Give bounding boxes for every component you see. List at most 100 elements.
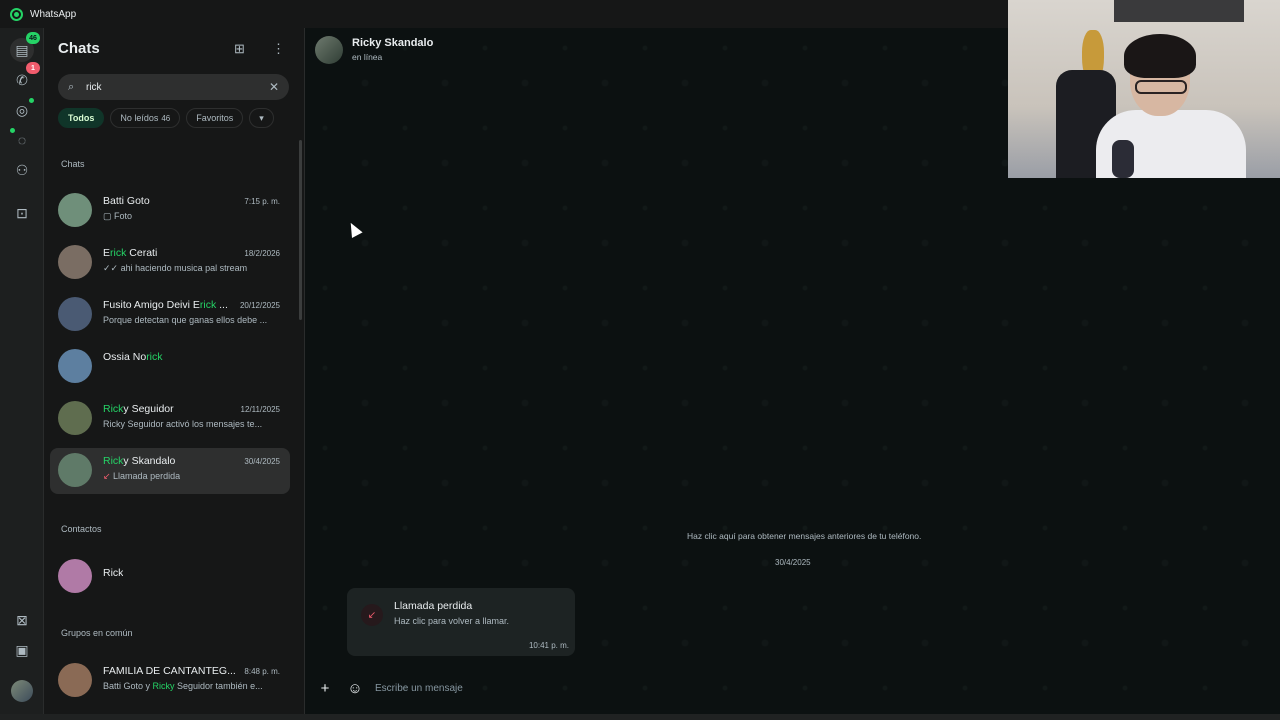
chat-name-post: y Skandalo — [123, 455, 176, 467]
chat-time: 30/4/2025 — [244, 457, 280, 466]
chat-preview-text: Llamada perdida — [113, 471, 181, 481]
chat-name-pre: Batti Goto — [103, 195, 150, 207]
calls-badge: 1 — [26, 62, 40, 74]
webcam-glasses — [1135, 80, 1187, 94]
media-icon: ▣ — [15, 641, 29, 658]
filter-more-button[interactable]: ▾ — [249, 108, 274, 128]
search-input[interactable]: rick — [86, 82, 269, 93]
chat-row[interactable]: Batti Goto 7:15 p. m. ▢ Foto — [50, 188, 290, 234]
group-name: FAMILIA DE CANTANTEG... — [103, 665, 235, 677]
chat-time: 18/2/2026 — [244, 249, 280, 258]
webcam-person-hair — [1124, 34, 1196, 78]
chat-preview-text: ▢ Foto — [103, 211, 133, 221]
avatar — [58, 349, 92, 383]
message-time: 10:41 p. m. — [528, 641, 569, 650]
communities-nav-button[interactable]: ⚇ — [10, 158, 34, 182]
group-preview-b: Seguidor también e... — [174, 681, 263, 691]
older-messages-hint[interactable]: Haz clic aquí para obtener mensajes ante… — [687, 531, 921, 541]
avatar — [58, 559, 92, 593]
group-preview-highlight: Ricky — [152, 681, 175, 691]
channels-nav-button[interactable]: ◌ — [10, 128, 34, 152]
chat-row[interactable]: Erick Cerati 18/2/2026 ✓✓ ahi haciendo mus… — [50, 240, 290, 286]
chat-time: 7:15 p. m. — [244, 197, 280, 206]
chat-preview-text: Porque detectan que ganas ellos debe ... — [103, 315, 268, 325]
chat-name: Erick Cerati — [103, 247, 157, 259]
chat-time: 20/12/2025 — [239, 301, 280, 310]
filter-all[interactable]: Todos — [58, 108, 105, 128]
filter-unread-label: No leídos — [120, 113, 159, 123]
menu-icon[interactable]: ⋮ — [272, 41, 285, 57]
chevron-down-icon: ▾ — [259, 112, 264, 123]
chat-name: Ossia Norick — [103, 351, 163, 363]
filter-favorites-label: Favoritos — [196, 113, 234, 123]
chat-name-highlight: Rick — [103, 403, 124, 415]
phone-icon: ✆ — [16, 71, 28, 88]
presence-status: en línea — [352, 52, 383, 62]
message-input[interactable]: Escribe un mensaje — [375, 683, 463, 694]
chat-name-post: ... — [216, 299, 228, 311]
chat-preview-text: Ricky Seguidor activó los mensajes te... — [103, 419, 263, 429]
chat-preview: ✓✓ ahi haciendo musica pal stream — [103, 263, 247, 274]
message-composer: + ☺ Escribe un mensaje — [315, 673, 1270, 703]
section-chats: Chats — [61, 159, 85, 169]
app-title: WhatsApp — [30, 8, 77, 20]
attach-icon[interactable]: + — [315, 680, 335, 697]
taskbar-edge — [0, 714, 1280, 720]
chat-preview-text: ✓✓ ahi haciendo musica pal stream — [103, 263, 248, 273]
starred-nav-button[interactable]: ⊠ — [10, 608, 34, 632]
filter-favorites[interactable]: Favoritos — [186, 108, 244, 128]
chat-name: Ricky Skandalo — [103, 455, 175, 467]
chat-preview: ↙ Llamada perdida — [103, 471, 180, 482]
new-chat-icon[interactable]: ⊞ — [234, 41, 245, 57]
contact-name: Ricky Skandalo — [352, 37, 434, 49]
chats-unread-badge: 46 — [26, 32, 40, 44]
chat-name-pre: Fusito Amigo Deivi E — [103, 299, 200, 311]
media-nav-button[interactable]: ▣ — [10, 638, 34, 662]
profile-avatar[interactable] — [11, 680, 33, 702]
missed-call-icon: ↙ — [103, 471, 114, 481]
chat-preview: ▢ Foto — [103, 211, 132, 222]
missed-call-bubble[interactable]: ↙ Llamada perdida Haz clic para volver a… — [347, 588, 575, 656]
chat-name-post: Cerati — [126, 247, 158, 259]
date-divider: 30/4/2025 — [775, 558, 811, 567]
chats-nav-button[interactable]: ▤ 46 — [10, 32, 40, 62]
chat-row[interactable]: Ossia Norick — [50, 344, 290, 390]
status-dot — [29, 98, 34, 103]
search-bar[interactable]: ⌕ rick ✕ — [58, 74, 289, 100]
chat-row[interactable]: Ricky Seguidor 12/11/2025 Ricky Seguidor a… — [50, 396, 290, 442]
chat-name-post: y Seguidor — [123, 403, 174, 415]
contact-row[interactable]: Rick — [50, 554, 290, 600]
starred-icon: ⊠ — [16, 611, 28, 628]
clear-search-icon[interactable]: ✕ — [269, 80, 279, 94]
section-groups: Grupos en común — [61, 628, 133, 638]
channels-icon: ◌ — [17, 132, 27, 148]
calls-nav-button[interactable]: ✆ 1 — [10, 62, 40, 92]
chat-row[interactable]: Fusito Amigo Deivi Erick ... 20/12/2025 Po… — [50, 292, 290, 338]
avatar — [58, 297, 92, 331]
group-row[interactable]: FAMILIA DE CANTANTEG... 8:48 p. m. Batti… — [50, 658, 290, 704]
filter-all-label: Todos — [68, 113, 95, 123]
search-icon: ⌕ — [68, 80, 75, 93]
sidebar-title: Chats — [58, 40, 100, 57]
status-nav-button[interactable]: ◎ — [10, 98, 34, 122]
avatar[interactable] — [315, 36, 343, 64]
section-contacts: Contactos — [61, 524, 102, 534]
chat-name-highlight: rick — [199, 299, 217, 311]
avatar — [58, 401, 92, 435]
avatar — [58, 453, 92, 487]
group-time: 8:48 p. m. — [244, 667, 280, 676]
chat-name-highlight: Rick — [103, 455, 124, 467]
filter-unread[interactable]: No leídos 46 — [110, 108, 181, 128]
chat-name-pre: Ossia No — [103, 351, 147, 363]
communities-icon: ⚇ — [15, 161, 29, 178]
avatar — [58, 193, 92, 227]
sidebar-scrollbar[interactable] — [299, 140, 302, 320]
archived-nav-button[interactable]: ⊡ — [10, 201, 34, 225]
chat-name-highlight: rick — [110, 247, 127, 259]
group-preview-a: Batti Goto y — [103, 681, 153, 691]
chat-name: Ricky Seguidor — [103, 403, 174, 415]
whatsapp-logo-icon — [10, 7, 23, 21]
chat-row[interactable]: Ricky Skandalo 30/4/2025 ↙ Llamada perdida — [50, 448, 290, 494]
sticker-icon[interactable]: ☺ — [345, 680, 365, 697]
missed-call-icon: ↙ — [361, 604, 383, 626]
